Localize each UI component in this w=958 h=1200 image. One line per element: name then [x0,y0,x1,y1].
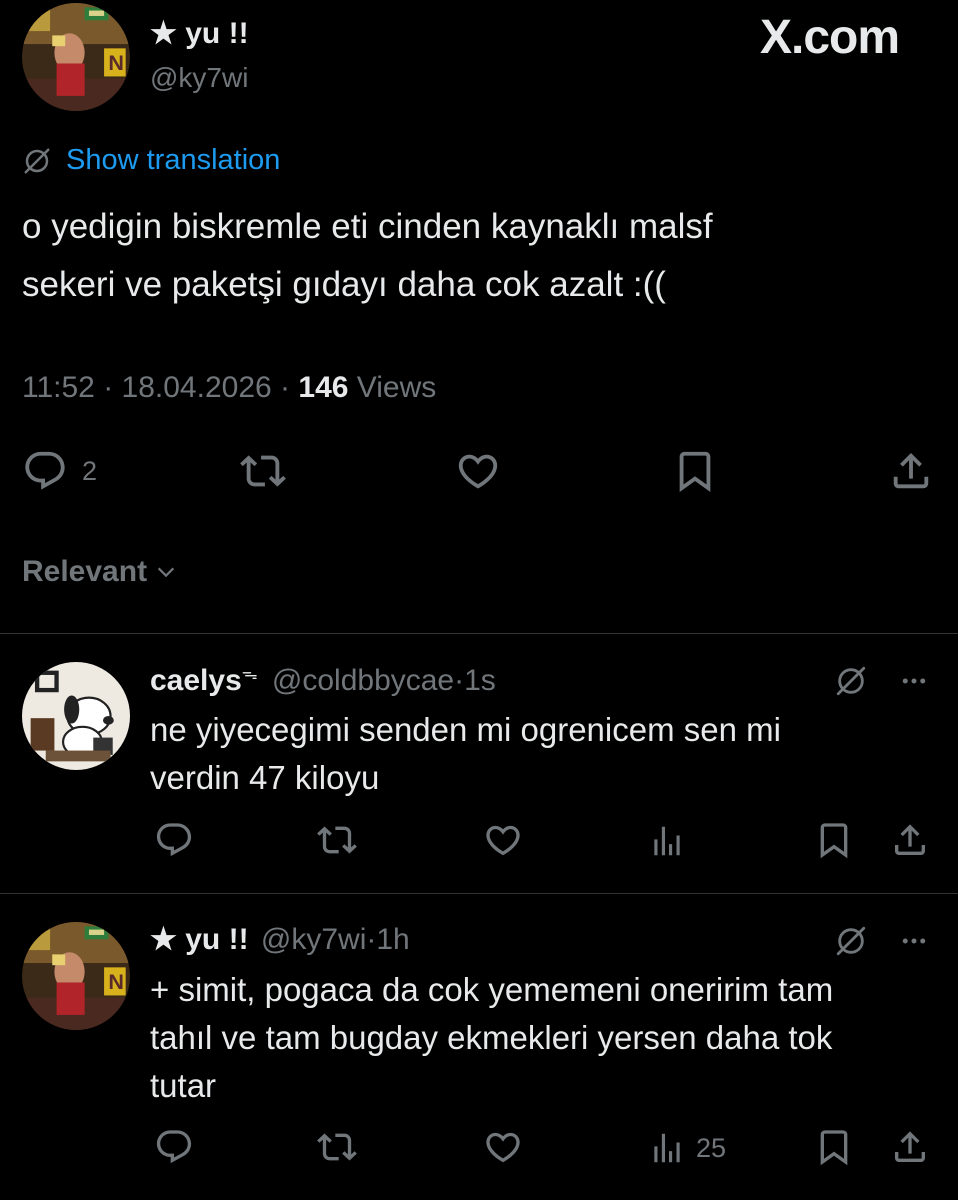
post-time[interactable]: 11:52 [22,371,95,404]
views-count: 146 [298,371,349,404]
like-button[interactable] [455,448,501,494]
reply-text: + simit, pogaca da cok yememeni oneririm… [150,966,833,1110]
reply-handle[interactable]: @ky7wi [261,923,366,956]
bookmark-button[interactable] [814,1127,854,1167]
reply-text: ne yiyecegimi senden mi ogrenicem sen mi… [150,706,781,802]
repost-icon [317,820,357,860]
like-icon [455,448,501,494]
reply-header: caelysᯓ @coldbbycae·1s [150,662,496,698]
repost-icon [240,448,286,494]
more-options-icon[interactable] [894,666,934,696]
post-date[interactable]: 18.04.2026 [122,371,272,404]
reply-icon [154,1127,194,1167]
reply-header: ★ yu !! @ky7wi·1h [150,922,410,957]
like-icon [483,820,523,860]
like-button[interactable] [483,820,523,860]
reply-text-line: verdin 47 kiloyu [150,759,380,796]
reply-avatar[interactable] [22,922,130,1030]
views-button[interactable] [648,822,686,860]
reply-display-name[interactable]: ★ yu !! [150,923,249,956]
reply-button[interactable]: 2 [22,448,97,494]
reply-button[interactable] [154,820,194,860]
bookmark-button[interactable] [814,820,854,860]
reply-count: 2 [82,455,98,486]
separator-dot: · [366,923,377,956]
reply-display-name[interactable]: caelys [150,664,242,697]
reply-text-line: tahıl ve tam bugday ekmekleri yersen dah… [150,1019,833,1056]
reply-text-line: + simit, pogaca da cok yememeni oneririm… [150,971,834,1008]
share-button[interactable] [890,1127,930,1167]
divider [0,893,958,894]
translate-icon [22,146,52,176]
sort-dropdown[interactable]: Relevant [22,555,177,589]
reply-age[interactable]: 1s [464,664,496,697]
separator-dot: · [103,371,114,404]
chevron-down-icon [155,561,177,583]
reply-icon [154,820,194,860]
repost-button[interactable] [317,820,357,860]
post-meta: 11:52 · 18.04.2026 · 146 Views [22,371,436,405]
divider [0,633,958,634]
post-text-line: o yedigin biskremle eti cinden kaynaklı … [22,207,713,246]
reply-avatar[interactable] [22,662,130,770]
views-button[interactable]: 25 [648,1129,726,1167]
reply-icon [22,448,68,494]
author-handle[interactable]: @ky7wi [150,62,248,94]
bookmark-icon [814,1127,854,1167]
separator-dot: · [280,371,291,404]
views-count: 25 [696,1132,727,1163]
reply-text-line: ne yiyecegimi senden mi ogrenicem sen mi [150,711,781,748]
author-display-name[interactable]: ★ yu !! [150,16,249,51]
reply-age[interactable]: 1h [376,923,409,956]
bookmark-icon [672,448,718,494]
views-icon [648,822,686,860]
post-text: o yedigin biskremle eti cinden kaynaklı … [22,198,713,314]
reply-name-badge: ᯓ [241,666,258,683]
more-options-icon[interactable] [894,926,934,956]
share-icon [890,820,930,860]
post-text-line: sekeri ve paketşi gıdayı daha cok azalt … [22,265,666,304]
reply-button[interactable] [154,1127,194,1167]
bookmark-button[interactable] [672,448,718,494]
repost-button[interactable] [240,448,286,494]
repost-icon [317,1127,357,1167]
share-icon [890,1127,930,1167]
translate-icon[interactable] [834,924,868,958]
bookmark-icon [814,820,854,860]
repost-button[interactable] [317,1127,357,1167]
like-icon [483,1127,523,1167]
share-button[interactable] [890,820,930,860]
translate-icon[interactable] [834,664,868,698]
separator-dot: · [454,664,465,697]
views-label: Views [356,371,437,404]
share-icon [888,448,934,494]
author-avatar[interactable] [22,3,130,111]
watermark: X.com [760,11,900,64]
reply-text-line: tutar [150,1067,217,1104]
sort-label: Relevant [22,555,148,588]
share-button[interactable] [888,448,934,494]
like-button[interactable] [483,1127,523,1167]
views-icon [648,1129,686,1167]
reply-handle[interactable]: @coldbbycae [272,664,454,697]
show-translation-link[interactable]: Show translation [66,144,280,177]
